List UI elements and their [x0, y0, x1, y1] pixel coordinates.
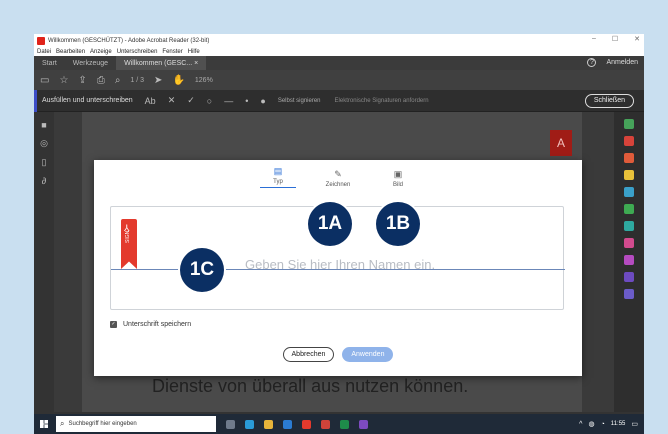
- edit-pdf-icon[interactable]: [624, 153, 634, 163]
- hand-tool-icon[interactable]: ✋: [172, 75, 184, 86]
- signature-dialog: ▤ Typ ✎ Zeichnen ▣ Bild ⅄ SIGN Geben Sie…: [94, 160, 582, 376]
- zoom-level[interactable]: 126%: [195, 77, 213, 84]
- tab-tools[interactable]: Werkzeuge: [65, 60, 116, 67]
- dialog-buttons: Abbrechen Anwenden: [94, 347, 582, 362]
- callout-1b: 1B: [376, 202, 420, 246]
- bookmark-add-icon[interactable]: ▭: [40, 75, 49, 86]
- minimize-button[interactable]: –: [592, 35, 596, 43]
- menu-unterschreiben[interactable]: Unterschreiben: [117, 49, 158, 55]
- help-icon[interactable]: ?: [587, 58, 597, 67]
- taskbar: ⌕ Suchbegriff hier eingeben ^ ◍ ◔ 11:55 …: [34, 414, 644, 434]
- scan-icon[interactable]: [624, 221, 634, 231]
- save-signature-option[interactable]: ✓ Unterschrift speichern: [110, 321, 191, 328]
- title-bar: Willkommen (GESCHÜTZT) - Adobe Acrobat R…: [34, 34, 644, 47]
- signature-mode-tabs: ▤ Typ ✎ Zeichnen ▣ Bild: [94, 160, 582, 194]
- chevron-up-icon[interactable]: ^: [579, 421, 582, 428]
- volume-icon[interactable]: ◔: [601, 421, 605, 428]
- keyboard-icon: ▤: [273, 166, 283, 176]
- task-view-icon[interactable]: [226, 419, 235, 429]
- clock[interactable]: 11:55: [611, 420, 626, 428]
- toolbar: ▭ ☆ ⇪ ⎙ ⌕ 1 / 3 ➤ ✋ 126%: [34, 70, 644, 90]
- tab-document[interactable]: Willkommen (GESC... ×: [116, 56, 207, 70]
- tab-image[interactable]: ▣ Bild: [380, 169, 416, 188]
- search-icon: ⌕: [60, 419, 65, 428]
- explorer-icon[interactable]: [264, 419, 273, 429]
- fill-sign-label: Ausfüllen und unterschreiben: [42, 97, 133, 104]
- cross-tool-icon[interactable]: ✕: [168, 95, 176, 106]
- lock-icon[interactable]: ■: [34, 120, 54, 130]
- create-pdf-icon[interactable]: [624, 136, 634, 146]
- sign-bookmark-icon: ⅄ SIGN: [121, 219, 137, 269]
- cancel-button[interactable]: Abbrechen: [282, 347, 335, 362]
- pen-icon: ✎: [334, 169, 342, 179]
- left-rail: ■ ◎ ▯ ∂: [34, 112, 54, 412]
- system-tray: ^ ◍ ◔ 11:55 ▭: [579, 414, 638, 434]
- select-tool-icon[interactable]: ➤: [154, 75, 162, 86]
- right-tools-rail: [614, 112, 644, 412]
- close-fill-sign-button[interactable]: Schließen: [584, 94, 634, 108]
- dot-tool-icon[interactable]: •: [245, 96, 248, 106]
- signin-link[interactable]: Anmelden: [606, 59, 638, 66]
- layers-icon[interactable]: ◎: [34, 138, 54, 149]
- powerpoint-icon[interactable]: [321, 419, 330, 429]
- menu-datei[interactable]: Datei: [37, 49, 51, 55]
- circle-tool-icon[interactable]: ○: [207, 96, 212, 106]
- store-icon[interactable]: [283, 419, 292, 429]
- callout-1a: 1A: [308, 202, 352, 246]
- tab-start[interactable]: Start: [34, 60, 65, 67]
- menu-fenster[interactable]: Fenster: [162, 49, 182, 55]
- share-icon[interactable]: ⇪: [78, 75, 86, 86]
- organize-icon[interactable]: [624, 204, 634, 214]
- self-sign-button[interactable]: Selbst signieren: [278, 98, 321, 104]
- comment-icon[interactable]: [624, 170, 634, 180]
- combine-icon[interactable]: [624, 187, 634, 197]
- attachment-icon[interactable]: ∂: [34, 176, 54, 186]
- filled-dot-icon[interactable]: ●: [260, 96, 265, 106]
- export-pdf-icon[interactable]: [624, 119, 634, 129]
- bookmarks-icon[interactable]: ▯: [34, 157, 54, 168]
- window-title: Willkommen (GESCHÜTZT) - Adobe Acrobat R…: [48, 37, 210, 44]
- document-text: Dienste von überall aus nutzen können.: [152, 376, 469, 396]
- notifications-icon[interactable]: ▭: [631, 420, 638, 428]
- adobe-logo: A: [550, 130, 572, 156]
- acrobat-icon: [37, 36, 45, 45]
- tab-draw[interactable]: ✎ Zeichnen: [320, 169, 356, 188]
- taskbar-apps: [226, 419, 368, 429]
- menu-bar: Datei Bearbeiten Anzeige Unterschreiben …: [34, 47, 644, 56]
- menu-anzeige[interactable]: Anzeige: [90, 49, 112, 55]
- fill-sign-bar: Ausfüllen und unterschreiben Ab ✕ ✓ ○ — …: [34, 89, 644, 112]
- text-tool-icon[interactable]: Ab: [145, 96, 156, 106]
- save-signature-label: Unterschrift speichern: [123, 321, 192, 328]
- onenote-icon[interactable]: [359, 419, 368, 429]
- request-signatures-button[interactable]: Elektronische Signaturen anfordern: [335, 98, 429, 104]
- maximize-button[interactable]: ☐: [612, 35, 618, 43]
- more-tools-icon[interactable]: [624, 289, 634, 299]
- network-icon[interactable]: ◍: [588, 420, 594, 428]
- page-indicator[interactable]: 1 / 3: [130, 77, 144, 84]
- protect-icon[interactable]: [624, 238, 634, 248]
- edge-icon[interactable]: [245, 419, 254, 429]
- check-tool-icon[interactable]: ✓: [187, 95, 195, 106]
- close-window-button[interactable]: ✕: [634, 35, 640, 43]
- menu-bearbeiten[interactable]: Bearbeiten: [56, 49, 85, 55]
- acrobat-taskbar-icon[interactable]: [302, 419, 311, 429]
- line-tool-icon[interactable]: —: [224, 96, 233, 106]
- fill-sign-icon[interactable]: [624, 255, 634, 265]
- star-icon[interactable]: ☆: [59, 75, 68, 86]
- apply-button[interactable]: Anwenden: [342, 347, 394, 362]
- windows-start-icon[interactable]: [40, 420, 48, 428]
- search-icon[interactable]: ⌕: [115, 75, 121, 86]
- tab-bar: Start Werkzeuge Willkommen (GESC... × ? …: [34, 56, 644, 70]
- taskbar-search[interactable]: ⌕ Suchbegriff hier eingeben: [56, 416, 216, 432]
- print-icon[interactable]: ⎙: [97, 75, 105, 86]
- callout-1c: 1C: [180, 248, 224, 292]
- image-icon: ▣: [393, 169, 403, 179]
- tab-type[interactable]: ▤ Typ: [260, 166, 296, 188]
- send-icon[interactable]: [624, 272, 634, 282]
- excel-icon[interactable]: [340, 419, 349, 429]
- menu-hilfe[interactable]: Hilfe: [188, 49, 200, 55]
- window-controls: – ☐ ✕: [592, 35, 640, 43]
- save-signature-checkbox[interactable]: ✓: [110, 321, 117, 328]
